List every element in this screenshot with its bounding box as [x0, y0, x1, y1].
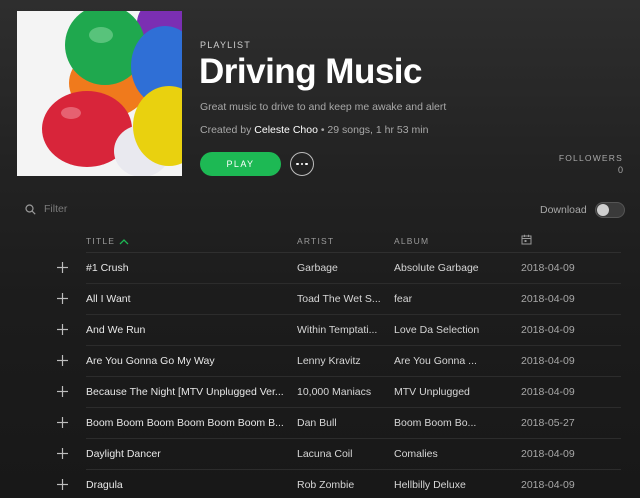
playlist-owner-link[interactable]: Celeste Choo — [254, 124, 318, 136]
toggle-knob — [596, 204, 609, 216]
playlist-title: Driving Music — [199, 52, 422, 91]
more-options-button[interactable] — [290, 152, 314, 176]
calendar-icon — [521, 234, 532, 245]
track-row[interactable]: Daylight Dancer Lacuna Coil Comalies 201… — [0, 439, 640, 470]
add-icon[interactable] — [56, 416, 69, 429]
playlist-stats: • 29 songs, 1 hr 53 min — [317, 124, 429, 136]
column-title-label: TITLE — [86, 236, 116, 246]
column-header-title[interactable]: TITLE — [86, 236, 129, 246]
track-artist[interactable]: Within Temptati... — [297, 324, 383, 336]
play-button[interactable]: PLAY — [200, 152, 281, 176]
playlist-header: PLAYLIST Driving Music Great music to dr… — [0, 0, 640, 190]
track-title: Boom Boom Boom Boom Boom Boom B... — [86, 417, 284, 429]
column-header-date[interactable] — [521, 234, 532, 247]
add-icon[interactable] — [56, 354, 69, 367]
track-row[interactable]: #1 Crush Garbage Absolute Garbage 2018-0… — [0, 253, 640, 284]
track-date-added: 2018-04-09 — [521, 324, 575, 336]
playlist-type-label: PLAYLIST — [200, 40, 251, 50]
track-list: #1 Crush Garbage Absolute Garbage 2018-0… — [0, 253, 640, 498]
followers-count: 0 — [617, 165, 623, 175]
track-date-added: 2018-05-27 — [521, 417, 575, 429]
add-icon[interactable] — [56, 447, 69, 460]
column-header-album[interactable]: ALBUM — [394, 236, 429, 246]
track-artist[interactable]: Lenny Kravitz — [297, 355, 383, 367]
track-table-header: TITLE ARTIST ALBUM — [0, 230, 640, 252]
track-date-added: 2018-04-09 — [521, 293, 575, 305]
track-date-added: 2018-04-09 — [521, 262, 575, 274]
track-artist[interactable]: Dan Bull — [297, 417, 383, 429]
search-icon — [25, 203, 36, 215]
track-title: #1 Crush — [86, 262, 129, 274]
track-title: Are You Gonna Go My Way — [86, 355, 215, 367]
track-row[interactable]: Because The Night [MTV Unplugged Ver... … — [0, 377, 640, 408]
add-icon[interactable] — [56, 385, 69, 398]
track-title: All I Want — [86, 293, 131, 305]
track-row[interactable]: Are You Gonna Go My Way Lenny Kravitz Ar… — [0, 346, 640, 377]
track-title: And We Run — [86, 324, 146, 336]
track-artist[interactable]: Lacuna Coil — [297, 448, 383, 460]
filter-bar — [25, 203, 164, 215]
track-title: Dragula — [86, 479, 123, 491]
column-header-artist[interactable]: ARTIST — [297, 236, 334, 246]
track-album[interactable]: MTV Unplugged — [394, 386, 480, 398]
playlist-description: Great music to drive to and keep me awak… — [200, 101, 447, 113]
filter-input[interactable] — [44, 203, 164, 215]
track-row[interactable]: And We Run Within Temptati... Love Da Se… — [0, 315, 640, 346]
track-row[interactable]: All I Want Toad The Wet S... fear 2018-0… — [0, 284, 640, 315]
track-album[interactable]: Are You Gonna ... — [394, 355, 480, 367]
track-album[interactable]: Comalies — [394, 448, 480, 460]
ellipsis-icon — [296, 162, 308, 166]
track-title: Because The Night [MTV Unplugged Ver... — [86, 386, 284, 398]
sort-ascending-icon — [119, 238, 129, 244]
track-album[interactable]: Absolute Garbage — [394, 262, 480, 274]
balloons-image — [17, 11, 182, 176]
track-row[interactable]: Boom Boom Boom Boom Boom Boom B... Dan B… — [0, 408, 640, 439]
track-date-added: 2018-04-09 — [521, 386, 575, 398]
add-icon[interactable] — [56, 323, 69, 336]
track-album[interactable]: Boom Boom Bo... — [394, 417, 480, 429]
track-date-added: 2018-04-09 — [521, 355, 575, 367]
followers-label: FOLLOWERS — [558, 153, 623, 163]
track-date-added: 2018-04-09 — [521, 479, 575, 491]
download-label: Download — [540, 204, 587, 216]
track-album[interactable]: fear — [394, 293, 480, 305]
track-artist[interactable]: Rob Zombie — [297, 479, 383, 491]
track-album[interactable]: Love Da Selection — [394, 324, 480, 336]
add-icon[interactable] — [56, 292, 69, 305]
add-icon[interactable] — [56, 261, 69, 274]
track-date-added: 2018-04-09 — [521, 448, 575, 460]
track-album[interactable]: Hellbilly Deluxe — [394, 479, 480, 491]
track-artist[interactable]: 10,000 Maniacs — [297, 386, 383, 398]
track-title: Daylight Dancer — [86, 448, 161, 460]
track-artist[interactable]: Garbage — [297, 262, 383, 274]
created-by-prefix: Created by — [200, 124, 252, 136]
playlist-cover-image[interactable] — [17, 11, 182, 176]
download-toggle[interactable] — [594, 202, 625, 218]
playlist-meta: Created by Celeste Choo • 29 songs, 1 hr… — [200, 124, 428, 136]
download-control: Download — [540, 202, 625, 218]
track-row[interactable]: Dragula Rob Zombie Hellbilly Deluxe 2018… — [0, 470, 640, 498]
add-icon[interactable] — [56, 478, 69, 491]
track-artist[interactable]: Toad The Wet S... — [297, 293, 383, 305]
